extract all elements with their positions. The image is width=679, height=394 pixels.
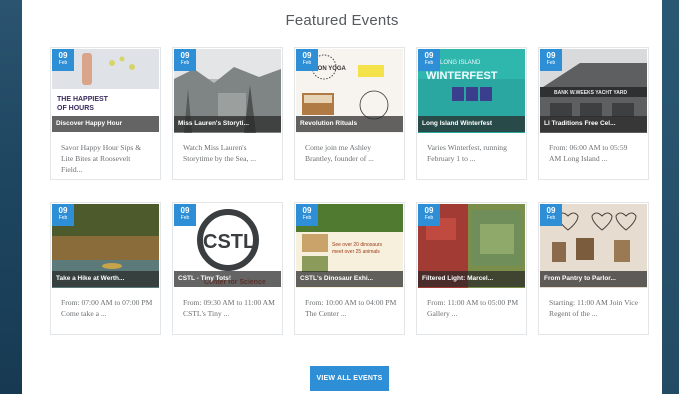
event-day: 09 [424,51,434,60]
event-day: 09 [546,51,556,60]
event-card[interactable]: LONG ISLAND WINTERFEST 09 Feb Long Islan… [416,47,527,180]
event-description: Come join me Ashley Brantley, founder of… [305,143,374,163]
section-title: Featured Events [285,12,399,29]
event-card[interactable]: CSTL Center for Science 09 Feb CSTL - Ti… [172,202,283,335]
event-card[interactable]: 09 Feb Take a Hike at Werth... From: 07:… [50,202,161,335]
svg-text:THE HAPPIEST: THE HAPPIEST [57,96,109,103]
event-date-badge: 09 Feb [174,204,196,226]
page-background-left [0,0,22,394]
event-date-badge: 09 Feb [296,49,318,71]
event-date-badge: 09 Feb [540,204,562,226]
event-title[interactable]: LI Traditions Free Cel... [540,116,647,132]
event-month: Feb [546,215,556,221]
event-month: Feb [58,60,68,66]
event-title[interactable]: Long Island Winterfest [418,116,525,132]
event-title[interactable]: Filtered Light: Marcel... [418,271,525,287]
event-title[interactable]: Discover Happy Hour [52,116,159,132]
event-day: 09 [424,206,434,215]
event-day: 09 [58,51,68,60]
event-description: Watch Miss Lauren's Storytime by the Sea… [183,143,256,163]
event-month: Feb [302,215,312,221]
page-background-right [662,0,679,394]
event-day: 09 [546,206,556,215]
event-date-badge: 09 Feb [296,204,318,226]
event-day: 09 [302,51,312,60]
event-title[interactable]: Take a Hike at Werth... [52,271,159,287]
events-grid: THE HAPPIEST OF HOURS 09 Feb Discover Ha… [50,47,649,337]
event-description: Varies Winterfest, running February 1 to… [427,143,507,163]
event-day: 09 [180,206,190,215]
event-card[interactable]: BANK W.WEEKS YACHT YARD 09 Feb LI Tradit… [538,47,649,180]
event-description: Starting: 11:00 AM Join Vice Regent of t… [549,298,638,318]
event-description: From: 06:00 AM to 05:59 AM Long Island .… [549,143,628,163]
event-day: 09 [302,206,312,215]
event-description: From: 11:00 AM to 05:00 PM Gallery ... [427,298,519,318]
event-date-badge: 09 Feb [418,204,440,226]
svg-text:See over 20 dinosaurs: See over 20 dinosaurs [332,242,383,248]
event-date-badge: 09 Feb [418,49,440,71]
event-description: From: 09:30 AM to 11:00 AM CSTL's Tiny .… [183,298,275,318]
event-month: Feb [180,215,190,221]
event-month: Feb [546,60,556,66]
event-day: 09 [58,206,68,215]
event-description: From: 10:00 AM to 04:00 PM The Center ..… [305,298,397,318]
event-description: Savor Happy Hour Sips & Lite Bites at Ro… [61,143,142,174]
event-date-badge: 09 Feb [52,204,74,226]
event-card[interactable]: 09 Feb Filtered Light: Marcel... From: 1… [416,202,527,335]
event-title[interactable]: From Pantry to Parlor... [540,271,647,287]
event-title[interactable]: CSTL - Tiny Tots! [174,271,281,287]
svg-text:OF HOURS: OF HOURS [57,105,94,112]
svg-text:ION YOGA: ION YOGA [316,66,347,72]
event-date-badge: 09 Feb [540,49,562,71]
event-card[interactable]: THE HAPPIEST OF HOURS 09 Feb Discover Ha… [50,47,161,180]
event-title[interactable]: Miss Lauren's Storyti... [174,116,281,132]
event-month: Feb [58,215,68,221]
svg-text:BANK W.WEEKS YACHT YARD: BANK W.WEEKS YACHT YARD [554,90,627,96]
event-day: 09 [180,51,190,60]
view-all-events-button[interactable]: VIEW ALL EVENTS [310,366,389,391]
event-month: Feb [424,60,434,66]
event-description: From: 07:00 AM to 07:00 PM Come take a .… [61,298,153,318]
event-card[interactable]: ION YOGA 09 Feb Revolution Rituals Come … [294,47,405,180]
event-month: Feb [180,60,190,66]
event-date-badge: 09 Feb [174,49,196,71]
event-card[interactable]: 09 Feb Miss Lauren's Storyti... Watch Mi… [172,47,283,180]
svg-text:meet over 25 animals: meet over 25 animals [332,249,380,255]
event-title[interactable]: Revolution Rituals [296,116,403,132]
event-card[interactable]: See over 20 dinosaurs meet over 25 anima… [294,202,405,335]
event-card[interactable]: 09 Feb From Pantry to Parlor... Starting… [538,202,649,335]
event-month: Feb [424,215,434,221]
event-title[interactable]: CSTL's Dinosaur Exhi... [296,271,403,287]
svg-text:WINTERFEST: WINTERFEST [426,70,498,82]
svg-text:CSTL: CSTL [203,231,255,253]
featured-events-panel: Featured Events THE HAPPIEST OF HOURS 09 [22,0,662,394]
svg-text:LONG ISLAND: LONG ISLAND [440,60,481,66]
event-date-badge: 09 Feb [52,49,74,71]
event-month: Feb [302,60,312,66]
